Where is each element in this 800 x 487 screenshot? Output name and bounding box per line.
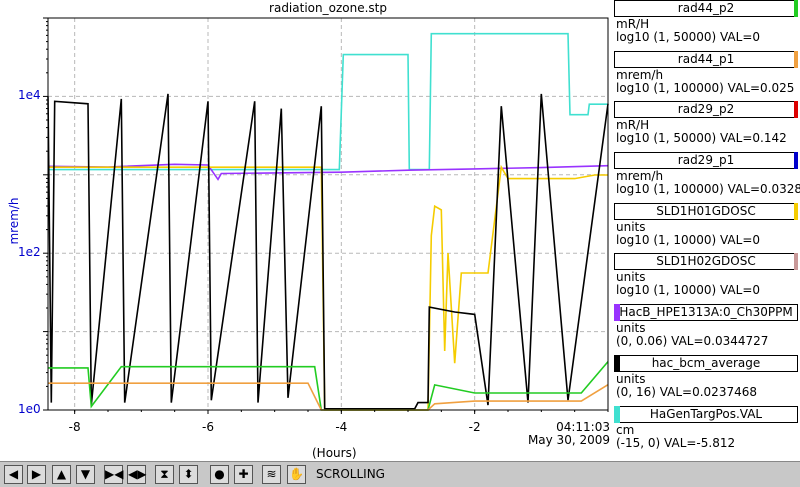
zoom-out-x-icon: ◀▶ [128, 467, 147, 481]
zoom-in-y-button[interactable]: ⧗ [155, 465, 174, 484]
x-tick-label: -2 [468, 420, 481, 434]
scroll-left-button[interactable]: ◀ [4, 465, 23, 484]
legend-color-swatch [794, 50, 798, 68]
legend-units: units [616, 219, 646, 234]
legend-range: (-15, 0) VAL=-5.812 [616, 435, 736, 450]
legend-entry[interactable]: rad44_p2 mR/H log10 (1, 50000) VAL=0 [612, 0, 800, 51]
legend-entry[interactable]: hac_bcm_averageunits (0, 16) VAL=0.023746… [612, 354, 800, 406]
legend-units: units [616, 371, 646, 386]
legend-color-swatch [794, 0, 798, 17]
legend-name: rad44_p1 [677, 51, 735, 66]
legend-color-swatch [614, 354, 620, 372]
legend-entry[interactable]: rad29_p2 mR/H log10 (1, 50000) VAL=0.142 [612, 101, 800, 152]
autoscale-icon: ≋ [266, 467, 277, 481]
legend-name: rad29_p2 [677, 102, 735, 117]
legend-range: log10 (1, 50000) VAL=0 [616, 30, 761, 44]
legend-color-swatch [794, 202, 798, 220]
legend-entry[interactable]: SLD1H02GDOSC units log10 (1, 10000) VAL=0 [612, 253, 800, 304]
plot-area[interactable] [0, 0, 612, 460]
legend-units: cm [616, 422, 635, 437]
zoom-in-x-button[interactable]: ▶◀ [104, 465, 123, 484]
legend-entry[interactable]: rad44_p1 mrem/h log10 (1, 100000) VAL=0.02… [612, 50, 800, 102]
legend-name: HaGenTargPos.VAL [649, 406, 763, 421]
legend-name: HacB_HPE1313A:0_Ch30PPM [619, 305, 793, 320]
legend-color-swatch [794, 253, 798, 271]
hand-icon: ✋ [289, 467, 304, 481]
legend-units: mrem/h [616, 67, 664, 82]
record-icon: ● [214, 467, 225, 481]
legend-name: SLD1H01GDOSC [656, 203, 756, 218]
legend-color-swatch [614, 304, 620, 322]
legend-name-box[interactable]: HacB_HPE1313A:0_Ch30PPM [614, 304, 798, 322]
toolbar: ◀ ▶ ▲ ▼ ▶◀ ◀▶ ⧗ ⬍ ● ✚ ≋ ✋ SCROLLING [0, 461, 800, 487]
crosshair-icon: ✚ [238, 467, 249, 481]
legend-name-box[interactable]: SLD1H02GDOSC [614, 253, 798, 271]
legend-entry[interactable]: HacB_HPE1313A:0_Ch30PPM units (0, 0.06) VA… [612, 304, 800, 355]
legend-entry[interactable]: SLD1H01GDOSC units log10 (1, 10000) VAL=0 [612, 202, 800, 254]
scroll-up-button[interactable]: ▲ [52, 465, 71, 484]
series-line-hagentargpos-val [48, 32, 608, 171]
x-tick-label: -6 [202, 420, 214, 434]
legend-entry[interactable]: rad29_p1 mrem/h log10 (1, 100000) VAL=0.03… [612, 152, 800, 203]
legend-entry[interactable]: HaGenTargPos.VAL cm (-15, 0) VAL=-5.812 [612, 405, 800, 457]
series-line-rad44-p1 [48, 382, 609, 411]
legend-range: (0, 16) VAL=0.0237468 [616, 384, 757, 399]
record-button[interactable]: ● [210, 465, 229, 484]
crosshair-button[interactable]: ✚ [234, 465, 253, 484]
y-axis-label: mrem/h [7, 197, 21, 245]
legend-name-box[interactable]: hac_bcm_average [614, 354, 798, 372]
legend: rad44_p2 mR/H log10 (1, 50000) VAL=0 rad44_… [612, 0, 800, 460]
series-line-rad44-p2 [48, 361, 609, 411]
legend-name: rad44_p2 [677, 1, 735, 15]
legend-range: log10 (1, 100000) VAL=0.0328 [616, 182, 800, 197]
legend-name-box[interactable]: rad44_p1 [614, 50, 798, 68]
legend-color-swatch [794, 101, 798, 119]
legend-name: rad29_p1 [677, 153, 735, 168]
legend-name-box[interactable]: rad44_p2 [614, 0, 798, 17]
legend-range: log10 (1, 100000) VAL=0.025 [616, 80, 795, 95]
arrow-left-icon: ◀ [8, 467, 19, 481]
autoscale-button[interactable]: ≋ [262, 465, 281, 484]
arrow-down-icon: ▼ [80, 467, 91, 481]
y-tick-label: 1e2 [18, 245, 41, 260]
legend-name-box[interactable]: rad29_p2 [614, 101, 798, 119]
y-tick-label: 1e4 [18, 88, 41, 103]
zoom-in-y-icon: ⧗ [160, 467, 169, 481]
series-line-sld1h01gdosc [48, 164, 608, 411]
x-axis-label: (Hours) [312, 446, 357, 460]
scroll-down-button[interactable]: ▼ [76, 465, 95, 484]
series-line-hac-bcm-average [47, 93, 609, 410]
zoom-out-x-button[interactable]: ◀▶ [127, 465, 146, 484]
legend-name: hac_bcm_average [651, 355, 761, 370]
arrow-up-icon: ▲ [56, 467, 67, 481]
legend-range: log10 (1, 10000) VAL=0 [616, 283, 761, 298]
hand-button[interactable]: ✋ [287, 465, 306, 484]
series-group [47, 32, 609, 411]
zoom-out-y-icon: ⬍ [183, 467, 194, 481]
legend-range: (0, 0.06) VAL=0.0344727 [616, 334, 769, 349]
legend-name-box[interactable]: SLD1H01GDOSC [614, 202, 798, 220]
legend-name: SLD1H02GDOSC [656, 254, 756, 269]
scroll-right-button[interactable]: ▶ [27, 465, 46, 484]
current-date: May 30, 2009 [527, 433, 610, 447]
x-tick-label: -4 [335, 420, 348, 434]
legend-color-swatch [794, 152, 798, 170]
arrow-right-icon: ▶ [31, 467, 42, 481]
legend-range: log10 (1, 50000) VAL=0.142 [616, 131, 787, 146]
legend-range: log10 (1, 10000) VAL=0 [616, 232, 761, 247]
y-tick-label: 1e0 [18, 402, 41, 416]
status-text: SCROLLING [316, 467, 385, 481]
zoom-out-y-button[interactable]: ⬍ [179, 465, 198, 484]
legend-name-box[interactable]: rad29_p1 [614, 152, 798, 170]
legend-name-box[interactable]: HaGenTargPos.VAL [614, 405, 798, 423]
x-tick-label: -8 [68, 420, 81, 434]
zoom-in-x-icon: ▶◀ [105, 467, 124, 481]
current-time: 04:11:03 [556, 420, 610, 434]
legend-color-swatch [614, 405, 620, 423]
